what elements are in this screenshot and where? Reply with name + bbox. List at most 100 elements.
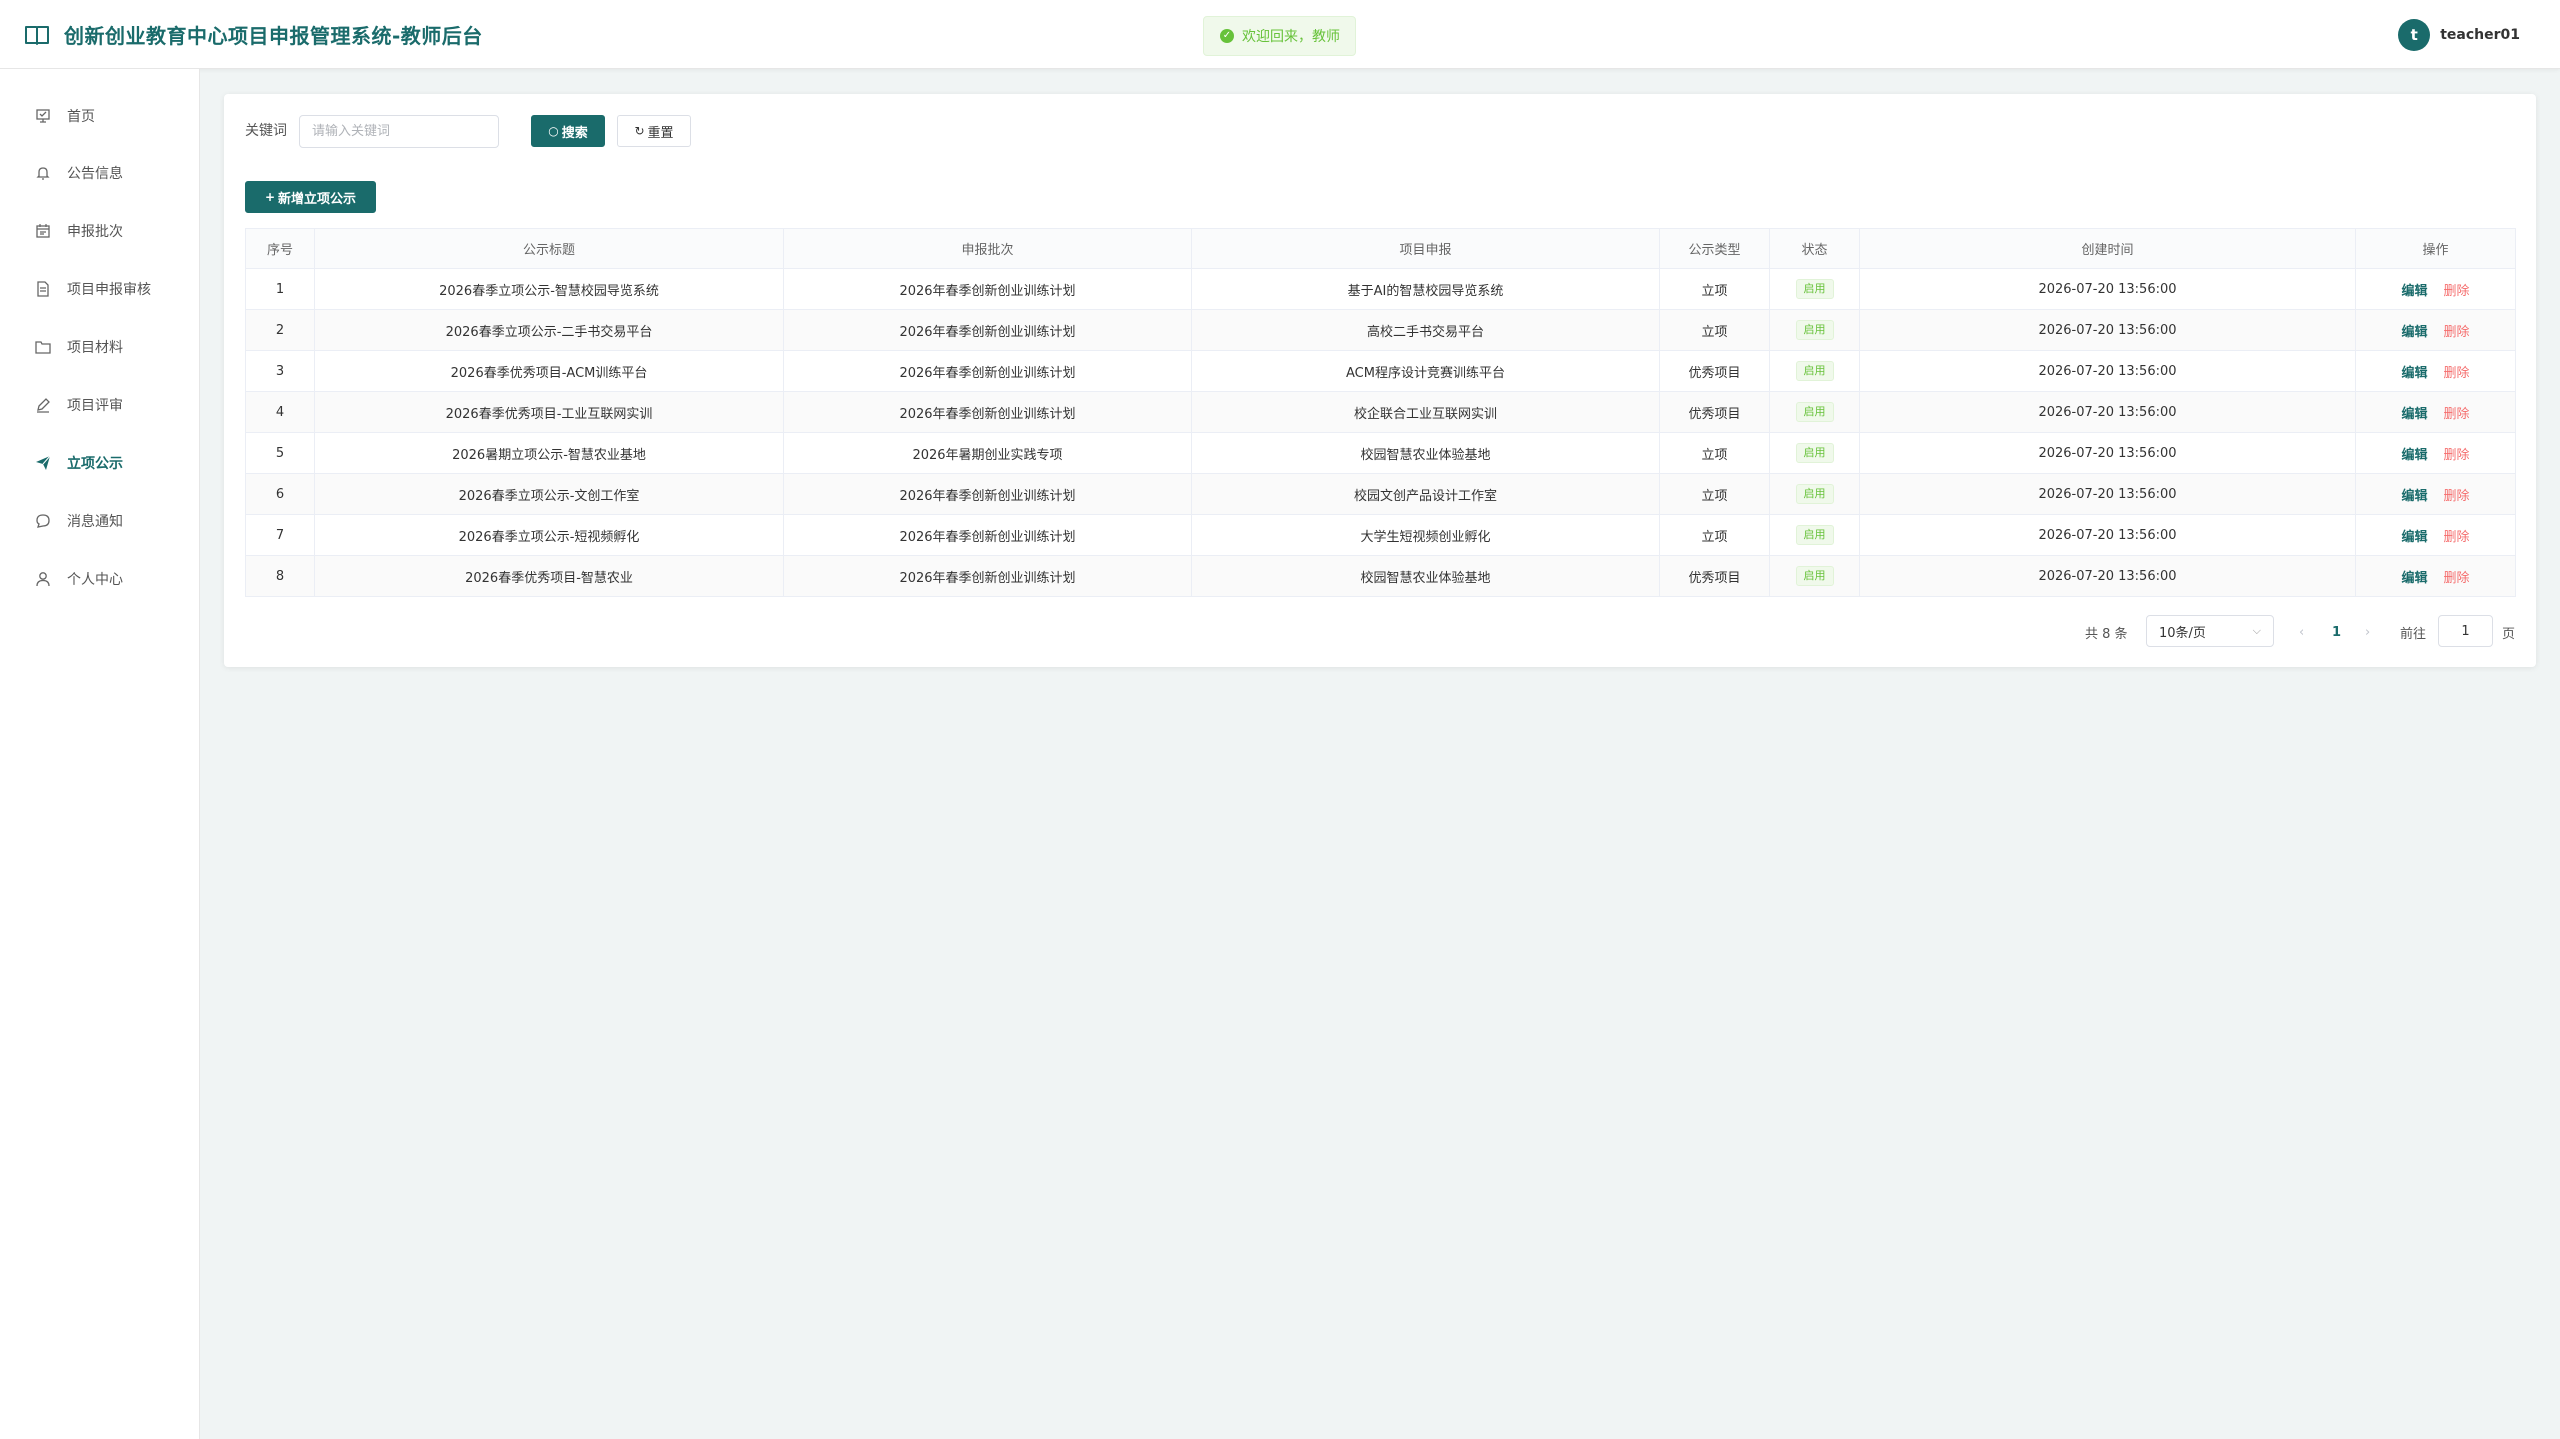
cell-no: 8 (245, 555, 315, 597)
edit-link[interactable]: 编辑 (2401, 489, 2427, 504)
cell-type: 立项 (1659, 473, 1770, 515)
sidebar-item-review[interactable]: 项目申报审核 (0, 269, 199, 309)
sidebar-item-batches[interactable]: 申报批次 (0, 211, 199, 251)
page-number-current[interactable]: 1 (2332, 616, 2341, 648)
cell-project: 校园智慧农业体验基地 (1191, 432, 1660, 474)
cell-type: 立项 (1659, 432, 1770, 474)
search-button-label: 搜索 (561, 125, 588, 141)
cell-created: 2026-07-20 13:56:00 (1859, 268, 2356, 310)
column-header: 申报批次 (783, 228, 1192, 269)
delete-link[interactable]: 删除 (2444, 489, 2470, 504)
cell-actions: 编辑 删除 (2355, 309, 2516, 351)
cell-actions: 编辑 删除 (2355, 350, 2516, 392)
cell-actions: 编辑 删除 (2355, 391, 2516, 433)
status-badge: 启用 (1795, 279, 1834, 299)
edit-link[interactable]: 编辑 (2401, 571, 2427, 586)
column-header: 公示标题 (314, 228, 784, 269)
edit-link[interactable]: 编辑 (2401, 284, 2427, 299)
keyword-input[interactable] (299, 115, 499, 148)
check-circle-icon: ✓ (1220, 29, 1234, 43)
plus-icon: + (264, 190, 276, 204)
keyword-label: 关键词 (245, 123, 287, 139)
delete-link[interactable]: 删除 (2444, 571, 2470, 586)
delete-link[interactable]: 删除 (2444, 325, 2470, 340)
sidebar-item-materials[interactable]: 项目材料 (0, 327, 199, 367)
cell-title: 2026春季优秀项目-工业互联网实训 (314, 391, 784, 433)
sidebar-item-home[interactable]: 首页 (0, 96, 199, 136)
cell-no: 4 (245, 391, 315, 433)
delete-link[interactable]: 删除 (2444, 366, 2470, 381)
next-page-button[interactable]: › (2365, 616, 2370, 648)
sidebar-item-profile[interactable]: 个人中心 (0, 559, 199, 599)
edit-link[interactable]: 编辑 (2401, 325, 2427, 340)
avatar[interactable]: t (2398, 18, 2431, 51)
home-icon (35, 108, 51, 124)
search-icon: ○ (548, 124, 559, 138)
cell-created: 2026-07-20 13:56:00 (1859, 555, 2356, 597)
cell-project: 基于AI的智慧校园导览系统 (1191, 268, 1660, 310)
sidebar: 首页 公告信息 申报批次 项目申报审核 项目材料 项目评审 立项公示 消息通知 … (0, 69, 200, 1439)
cell-status: 启用 (1769, 555, 1860, 597)
user-menu[interactable]: t teacher01 (2398, 0, 2520, 69)
cell-batch: 2026年春季创新创业训练计划 (783, 473, 1192, 515)
delete-link[interactable]: 删除 (2444, 284, 2470, 299)
cell-title: 2026春季优秀项目-智慧农业 (314, 555, 784, 597)
delete-link[interactable]: 删除 (2444, 448, 2470, 463)
reset-button[interactable]: ↻ 重置 (617, 115, 691, 147)
cell-type: 立项 (1659, 514, 1770, 556)
table-row: 5 2026暑期立项公示-智慧农业基地 2026年暑期创业实践专项 校园智慧农业… (245, 432, 2516, 474)
sidebar-item-publicity[interactable]: 立项公示 (0, 443, 199, 483)
add-publicity-button[interactable]: + 新增立项公示 (245, 181, 376, 213)
prev-page-button[interactable]: ‹ (2299, 616, 2304, 648)
toast-message: 欢迎回来，教师 (1242, 29, 1340, 45)
cell-created: 2026-07-20 13:56:00 (1859, 309, 2356, 351)
edit-link[interactable]: 编辑 (2401, 366, 2427, 381)
cell-type: 优秀项目 (1659, 555, 1770, 597)
send-icon (35, 455, 51, 471)
cell-title: 2026春季优秀项目-ACM训练平台 (314, 350, 784, 392)
delete-link[interactable]: 删除 (2444, 407, 2470, 422)
cell-type: 优秀项目 (1659, 350, 1770, 392)
username[interactable]: teacher01 (2440, 27, 2520, 43)
top-header: 创新创业教育中心项目申报管理系统-教师后台 ✓ 欢迎回来，教师 t teache… (0, 0, 2560, 69)
page-size-select[interactable]: 10条/页 ⌵ (2146, 615, 2274, 647)
cell-created: 2026-07-20 13:56:00 (1859, 350, 2356, 392)
edit-link[interactable]: 编辑 (2401, 407, 2427, 422)
goto-page-input[interactable] (2438, 615, 2493, 647)
reset-button-label: 重置 (647, 125, 674, 141)
cell-project: 校园文创产品设计工作室 (1191, 473, 1660, 515)
edit-link[interactable]: 编辑 (2401, 448, 2427, 463)
delete-link[interactable]: 删除 (2444, 530, 2470, 545)
cell-status: 启用 (1769, 268, 1860, 310)
sidebar-item-announcements[interactable]: 公告信息 (0, 153, 199, 193)
refresh-icon: ↻ (634, 124, 645, 138)
sidebar-item-evaluation[interactable]: 项目评审 (0, 385, 199, 425)
cell-no: 7 (245, 514, 315, 556)
main-card: 关键词 ○ 搜索 ↻ 重置 + 新增立项公示 序号 公示标题 申报批次 项目申报… (224, 94, 2536, 667)
cell-actions: 编辑 删除 (2355, 473, 2516, 515)
column-header: 序号 (245, 228, 315, 269)
edit-link[interactable]: 编辑 (2401, 530, 2427, 545)
cell-no: 2 (245, 309, 315, 351)
add-button-label: 新增立项公示 (278, 191, 357, 207)
cell-created: 2026-07-20 13:56:00 (1859, 391, 2356, 433)
folder-icon (35, 339, 51, 355)
cell-status: 启用 (1769, 473, 1860, 515)
cell-title: 2026春季立项公示-智慧校园导览系统 (314, 268, 784, 310)
document-icon (35, 281, 51, 297)
chevron-down-icon: ⌵ (2252, 624, 2261, 637)
cell-no: 3 (245, 350, 315, 392)
table-row: 6 2026春季立项公示-文创工作室 2026年春季创新创业训练计划 校园文创产… (245, 473, 2516, 515)
search-button[interactable]: ○ 搜索 (531, 115, 605, 147)
column-header: 公示类型 (1659, 228, 1770, 269)
cell-no: 1 (245, 268, 315, 310)
brand: 创新创业教育中心项目申报管理系统-教师后台 (24, 0, 483, 69)
sidebar-item-messages[interactable]: 消息通知 (0, 501, 199, 541)
bell-icon (35, 165, 51, 181)
column-header: 创建时间 (1859, 228, 2356, 269)
calendar-icon (35, 223, 51, 239)
cell-batch: 2026年春季创新创业训练计划 (783, 514, 1192, 556)
status-badge: 启用 (1795, 443, 1834, 463)
edit-icon (35, 397, 51, 413)
cell-type: 优秀项目 (1659, 391, 1770, 433)
